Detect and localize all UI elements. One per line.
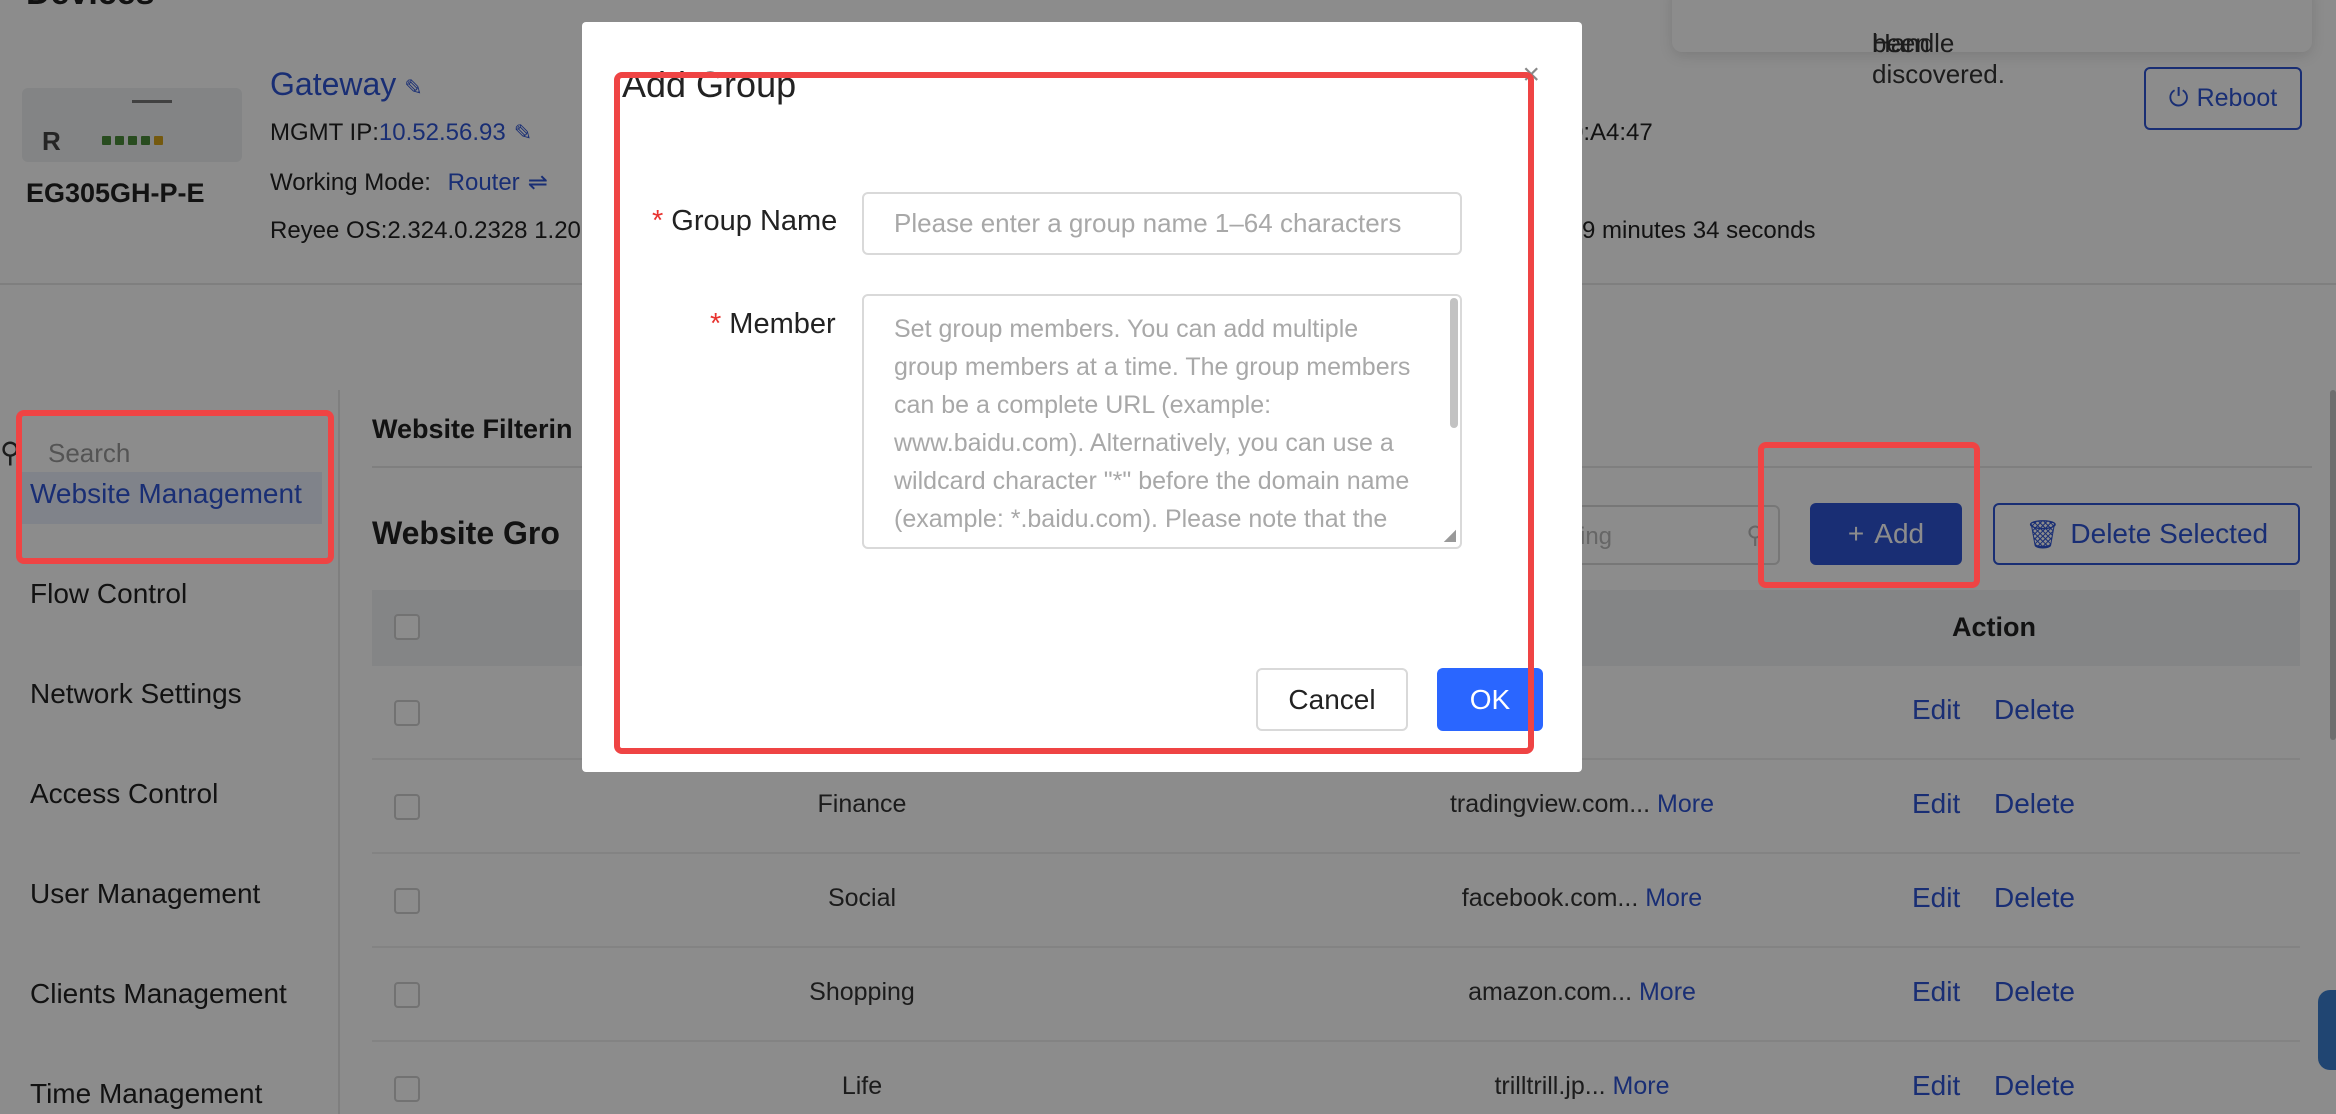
highlight-add-button [1758,442,1980,588]
highlight-dialog [614,72,1534,754]
highlight-sidebar-item [16,410,334,564]
